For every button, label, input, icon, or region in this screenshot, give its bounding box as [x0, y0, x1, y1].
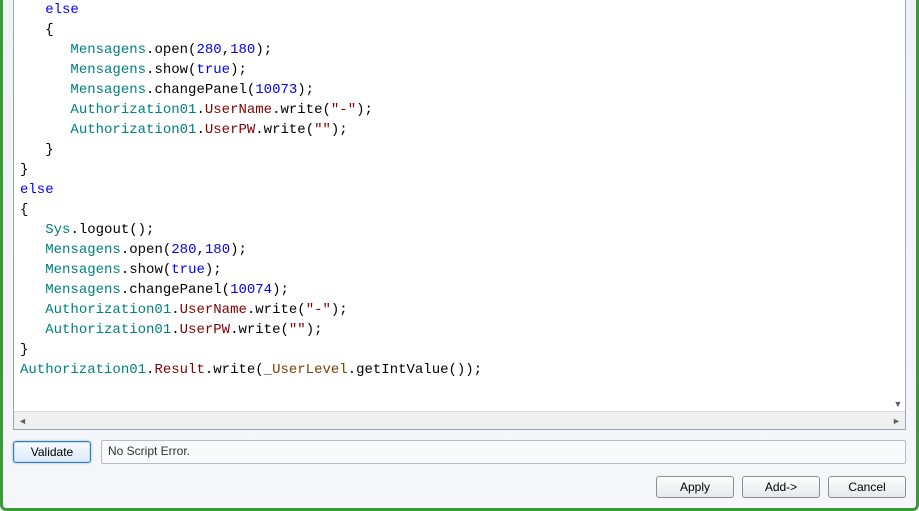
punct: );: [306, 322, 323, 338]
punct: .logout();: [70, 222, 154, 238]
string: "": [289, 322, 306, 338]
member: UserName: [180, 302, 247, 318]
add-button[interactable]: Add->: [742, 476, 820, 498]
horizontal-scrollbar[interactable]: ◄ ►: [14, 411, 905, 429]
keyword-else: else: [45, 2, 79, 18]
validate-button[interactable]: Validate: [13, 441, 91, 463]
string: "": [314, 122, 331, 138]
apply-button[interactable]: Apply: [656, 476, 734, 498]
member: UserPW: [180, 322, 230, 338]
variable: _UserLevel: [264, 362, 348, 378]
ident: Mensagens: [70, 82, 146, 98]
number: 280: [196, 42, 221, 58]
ident: Authorization01: [20, 362, 146, 378]
ident: Mensagens: [45, 262, 121, 278]
punct: .show(: [146, 62, 196, 78]
punct: .: [196, 122, 204, 138]
punct: ,: [196, 242, 204, 258]
number: 10074: [230, 282, 272, 298]
ident: Authorization01: [70, 102, 196, 118]
number: 10073: [255, 82, 297, 98]
keyword-true: true: [196, 62, 230, 78]
ident: Authorization01: [45, 302, 171, 318]
scroll-left-icon[interactable]: ◄: [14, 412, 31, 429]
validate-row: Validate No Script Error.: [13, 440, 906, 464]
punct: );: [205, 262, 222, 278]
status-message: No Script Error.: [101, 440, 906, 464]
ident: Mensagens: [45, 282, 121, 298]
keyword-true: true: [171, 262, 205, 278]
member: UserPW: [205, 122, 255, 138]
string: "-": [331, 102, 356, 118]
cancel-button[interactable]: Cancel: [828, 476, 906, 498]
punct: .: [171, 322, 179, 338]
punct: .: [171, 302, 179, 318]
member: Result: [154, 362, 204, 378]
ident: Sys: [45, 222, 70, 238]
ident: Mensagens: [70, 62, 146, 78]
brace-close: }: [45, 142, 53, 158]
punct: .write(: [230, 322, 289, 338]
ident: Authorization01: [45, 322, 171, 338]
number: 180: [205, 242, 230, 258]
string: "-": [306, 302, 331, 318]
code-editor-container: else { Mensagens.open(280,180); Mensagen…: [13, 0, 906, 430]
brace-close: }: [20, 162, 28, 178]
ident: Mensagens: [45, 242, 121, 258]
member: UserName: [205, 102, 272, 118]
punct: );: [331, 122, 348, 138]
punct: .write(: [205, 362, 264, 378]
punct: .show(: [121, 262, 171, 278]
punct: .getIntValue());: [348, 362, 482, 378]
punct: .: [196, 102, 204, 118]
ident: Mensagens: [70, 42, 146, 58]
punct: );: [356, 102, 373, 118]
punct: .write(: [272, 102, 331, 118]
punct: .open(: [121, 242, 171, 258]
punct: );: [297, 82, 314, 98]
punct: );: [255, 42, 272, 58]
brace-open: {: [45, 22, 53, 38]
punct: );: [331, 302, 348, 318]
number: 180: [230, 42, 255, 58]
punct: .changePanel(: [146, 82, 255, 98]
dialog-button-row: Apply Add-> Cancel: [13, 476, 906, 498]
code-editor[interactable]: else { Mensagens.open(280,180); Mensagen…: [14, 0, 905, 411]
punct: );: [272, 282, 289, 298]
punct: .write(: [255, 122, 314, 138]
punct: .changePanel(: [121, 282, 230, 298]
brace-close: }: [20, 342, 28, 358]
punct: );: [230, 62, 247, 78]
keyword-else: else: [20, 182, 54, 198]
punct: ,: [222, 42, 230, 58]
brace-open: {: [20, 202, 28, 218]
dialog-window: else { Mensagens.open(280,180); Mensagen…: [0, 0, 919, 511]
punct: );: [230, 242, 247, 258]
scroll-right-icon[interactable]: ►: [888, 412, 905, 429]
scroll-down-icon[interactable]: ▼: [893, 399, 903, 409]
ident: Authorization01: [70, 122, 196, 138]
number: 280: [171, 242, 196, 258]
punct: .open(: [146, 42, 196, 58]
punct: .write(: [247, 302, 306, 318]
